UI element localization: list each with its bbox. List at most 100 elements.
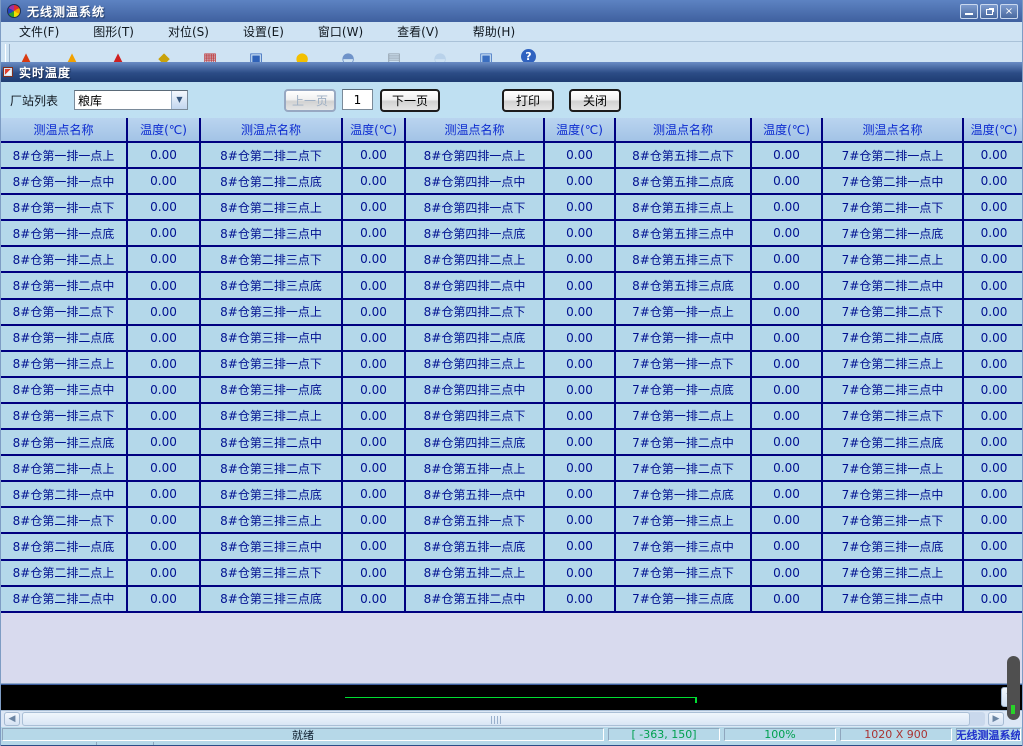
cell-temperature: 0.00 (964, 456, 1023, 480)
canvas-green-trace-tick (695, 697, 697, 703)
menu-item[interactable]: 帮助(H) (463, 21, 525, 42)
cell-point-name: 8#仓第二排三点中 (201, 221, 343, 245)
chevron-down-icon[interactable]: ▼ (171, 91, 187, 109)
close-window-button[interactable]: 关闭 (569, 89, 621, 112)
cell-point-name: 7#仓第一排三点底 (616, 587, 752, 611)
menu-item[interactable]: 设置(E) (233, 21, 294, 42)
vertical-scrollbar-thumb[interactable] (1007, 656, 1020, 720)
cell-temperature: 0.00 (964, 561, 1023, 585)
cell-temperature: 0.00 (128, 404, 201, 428)
restore-button[interactable] (980, 4, 998, 19)
monitor-icon[interactable]: ▣ (475, 48, 497, 62)
child-window-icon (3, 67, 13, 77)
horizontal-scrollbar-thumb[interactable] (22, 712, 970, 726)
cell-temperature: 0.00 (752, 221, 823, 245)
table-header-row: 测温点名称温度(℃)测温点名称温度(℃)测温点名称温度(℃)测温点名称温度(℃)… (1, 118, 1022, 143)
scroll-right-button[interactable]: ▶ (988, 712, 1004, 726)
table-row: 8#仓第一排二点下0.008#仓第三排一点上0.008#仓第四排二点下0.007… (1, 300, 1022, 326)
menu-item[interactable]: 查看(V) (387, 21, 449, 42)
controls-row: 厂站列表 粮库 ▼ 上一页 下一页 打印 关闭 (1, 82, 1022, 118)
table-row: 8#仓第一排二点中0.008#仓第二排三点底0.008#仓第四排二点中0.008… (1, 273, 1022, 299)
horizontal-scrollbar-track[interactable] (22, 712, 985, 726)
burn-icon[interactable]: ▲ (15, 48, 37, 62)
next-page-button[interactable]: 下一页 (380, 89, 440, 112)
cell-temperature: 0.00 (964, 143, 1023, 167)
scroll-left-button[interactable]: ◀ (4, 712, 20, 726)
empty-client-area (1, 613, 1022, 683)
cell-temperature: 0.00 (343, 326, 406, 350)
cell-temperature: 0.00 (343, 143, 406, 167)
cell-temperature: 0.00 (343, 247, 406, 271)
gauge-icon[interactable]: ◓ (337, 48, 359, 62)
cell-point-name: 7#仓第三排一点底 (823, 534, 964, 558)
cell-temperature: 0.00 (128, 143, 201, 167)
close-button[interactable]: × (1000, 4, 1018, 19)
printer-icon[interactable]: ▤ (383, 48, 405, 62)
cell-point-name: 8#仓第四排二点上 (406, 247, 545, 271)
cell-temperature: 0.00 (343, 273, 406, 297)
cell-temperature: 0.00 (128, 273, 201, 297)
table-row: 8#仓第二排二点中0.008#仓第三排三点底0.008#仓第五排二点中0.007… (1, 587, 1022, 613)
cell-temperature: 0.00 (752, 300, 823, 324)
column-header-name: 测温点名称 (823, 118, 964, 141)
cell-point-name: 7#仓第三排一点中 (823, 482, 964, 506)
restore-icon (986, 9, 993, 15)
app-logo-icon (7, 4, 21, 18)
cell-point-name: 7#仓第一排一点下 (616, 352, 752, 376)
cell-point-name: 8#仓第五排一点中 (406, 482, 545, 506)
print-button[interactable]: 打印 (502, 89, 554, 112)
cell-point-name: 7#仓第一排二点中 (616, 430, 752, 454)
horizontal-scrollbar[interactable]: ◀ ▶ (1, 710, 1022, 727)
cell-temperature: 0.00 (752, 508, 823, 532)
cell-temperature: 0.00 (343, 169, 406, 193)
cell-point-name: 8#仓第五排三点中 (616, 221, 752, 245)
table-row: 8#仓第一排三点中0.008#仓第三排一点底0.008#仓第四排三点中0.007… (1, 378, 1022, 404)
table-row: 8#仓第一排二点上0.008#仓第二排三点下0.008#仓第四排二点上0.008… (1, 247, 1022, 273)
cell-temperature: 0.00 (128, 378, 201, 402)
prev-page-button[interactable]: 上一页 (284, 89, 336, 112)
table-row: 8#仓第一排一点上0.008#仓第二排二点下0.008#仓第四排一点上0.008… (1, 143, 1022, 169)
cell-point-name: 7#仓第二排三点底 (823, 430, 964, 454)
donut-icon[interactable]: ● (291, 48, 313, 62)
cell-point-name: 8#仓第五排三点下 (616, 247, 752, 271)
scrollbar-grip-icon (491, 716, 503, 724)
menu-item[interactable]: 窗口(W) (308, 21, 373, 42)
table-row: 8#仓第一排三点上0.008#仓第三排一点下0.008#仓第四排三点上0.007… (1, 352, 1022, 378)
cell-temperature: 0.00 (752, 534, 823, 558)
shapes-icon[interactable]: ◆ (153, 48, 175, 62)
annotate-icon[interactable]: ▲ (107, 48, 129, 62)
minimize-button[interactable] (960, 4, 978, 19)
cell-temperature: 0.00 (128, 587, 201, 611)
dome-icon[interactable]: ◓ (429, 48, 451, 62)
cell-temperature: 0.00 (752, 587, 823, 611)
table-row: 8#仓第一排三点底0.008#仓第三排二点中0.008#仓第四排三点底0.007… (1, 430, 1022, 456)
cell-point-name: 7#仓第二排一点中 (823, 169, 964, 193)
cell-temperature: 0.00 (545, 169, 616, 193)
cell-point-name: 7#仓第一排三点中 (616, 534, 752, 558)
table-row: 8#仓第二排二点上0.008#仓第三排三点下0.008#仓第五排二点上0.007… (1, 561, 1022, 587)
station-combobox[interactable]: 粮库 ▼ (74, 90, 188, 110)
table-row: 8#仓第二排一点上0.008#仓第三排二点下0.008#仓第五排一点上0.007… (1, 456, 1022, 482)
cell-point-name: 8#仓第三排二点中 (201, 430, 343, 454)
window-icon[interactable]: ▣ (245, 48, 267, 62)
cell-temperature: 0.00 (964, 195, 1023, 219)
menu-item[interactable]: 图形(T) (83, 21, 144, 42)
cell-temperature: 0.00 (964, 482, 1023, 506)
menu-item[interactable]: 对位(S) (158, 21, 219, 42)
help-icon[interactable]: ? (521, 49, 536, 62)
column-header-temp: 温度(℃) (752, 118, 823, 141)
page-number-input[interactable] (342, 89, 373, 110)
cell-point-name: 7#仓第二排一点下 (823, 195, 964, 219)
flame-cone-icon[interactable]: ▲ (61, 48, 83, 62)
cell-point-name: 7#仓第三排二点上 (823, 561, 964, 585)
cell-temperature: 0.00 (752, 430, 823, 454)
menu-item[interactable]: 文件(F) (9, 21, 69, 42)
table-row: 8#仓第二排一点底0.008#仓第三排三点中0.008#仓第五排一点底0.007… (1, 534, 1022, 560)
cell-point-name: 8#仓第一排三点上 (1, 352, 128, 376)
grid-icon[interactable]: ▦ (199, 48, 221, 62)
cell-temperature: 0.00 (964, 430, 1023, 454)
cell-temperature: 0.00 (343, 482, 406, 506)
status-app-name: 无线测温系统 (956, 728, 1021, 741)
cell-temperature: 0.00 (545, 482, 616, 506)
cell-point-name: 8#仓第二排一点底 (1, 534, 128, 558)
